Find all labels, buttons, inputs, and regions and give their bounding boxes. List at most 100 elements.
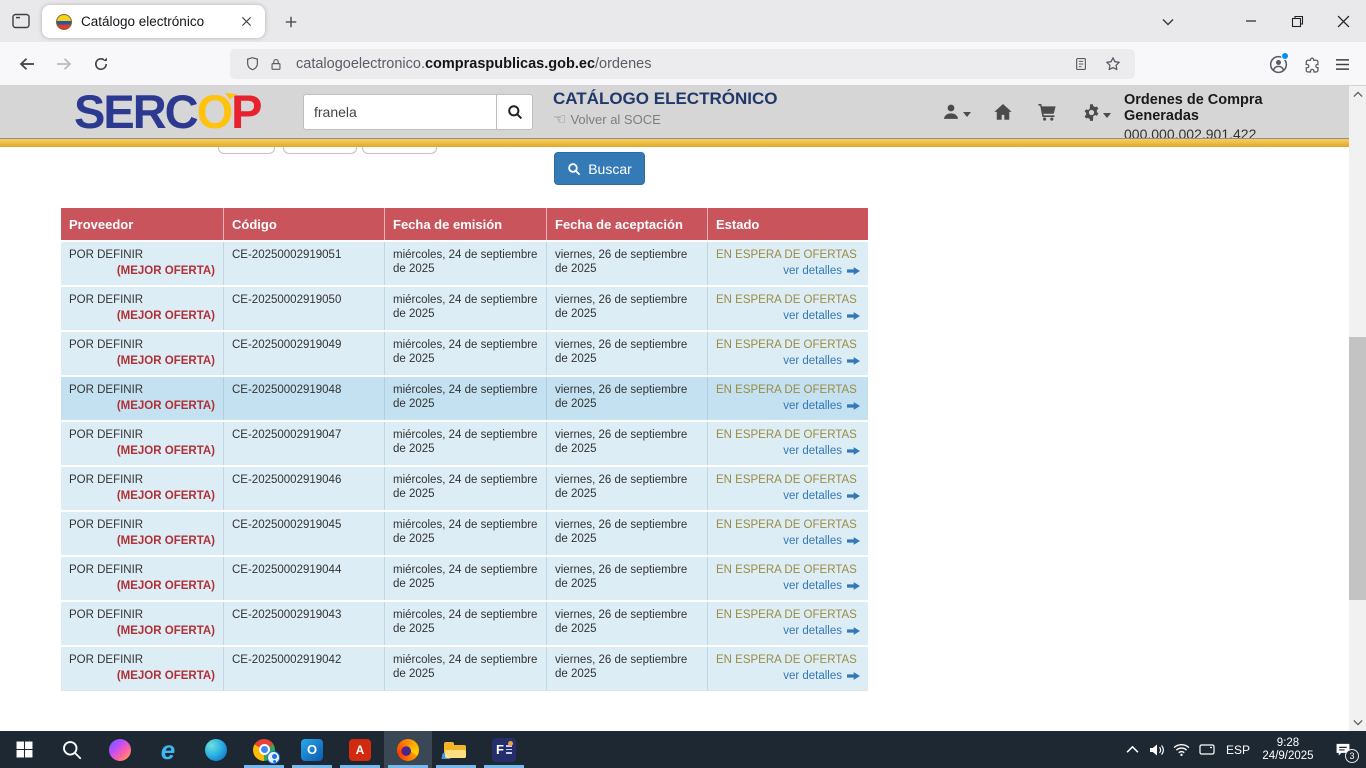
best-offer-label: (MEJOR OFERTA) <box>69 354 215 368</box>
new-tab-button[interactable] <box>277 8 305 36</box>
ver-detalles-label: ver detalles <box>783 579 842 593</box>
bookmark-star-icon[interactable] <box>1101 52 1125 76</box>
puzzle-icon <box>1302 56 1319 73</box>
provider-label: POR DEFINIR <box>69 293 215 307</box>
reader-mode-icon[interactable] <box>1069 52 1093 76</box>
account-button[interactable] <box>1262 49 1294 79</box>
extensions-button[interactable] <box>1294 49 1326 79</box>
ver-detalles-link[interactable]: ver detalles <box>783 264 860 278</box>
product-search-input[interactable] <box>303 94 496 130</box>
table-row: POR DEFINIR (MEJOR OFERTA) CE-2025000291… <box>61 287 868 330</box>
browser-tab[interactable]: Catálogo electrónico <box>42 5 265 38</box>
column-header-fecha-emision: Fecha de emisión <box>384 208 546 240</box>
ver-detalles-link[interactable]: ver detalles <box>783 534 860 548</box>
product-search-button[interactable] <box>496 94 533 130</box>
site-favicon-icon <box>56 14 72 30</box>
window-minimize-button[interactable] <box>1228 0 1274 42</box>
list-all-tabs-button[interactable] <box>1155 11 1181 33</box>
taskbar-f-app-button[interactable]: F <box>480 731 528 768</box>
ver-detalles-link[interactable]: ver detalles <box>783 579 860 593</box>
taskbar-firefox-button[interactable] <box>384 731 432 768</box>
ver-detalles-link[interactable]: ver detalles <box>783 489 860 503</box>
start-button[interactable] <box>0 731 48 768</box>
taskbar-copilot-button[interactable] <box>96 731 144 768</box>
forward-button[interactable] <box>49 49 79 79</box>
internet-explorer-icon: e <box>161 738 175 762</box>
firefox-view-button[interactable] <box>8 9 34 33</box>
ver-detalles-link[interactable]: ver detalles <box>783 354 860 368</box>
status-label: EN ESPERA DE OFERTAS <box>716 338 860 352</box>
status-label: EN ESPERA DE OFERTAS <box>716 428 860 442</box>
lock-icon[interactable] <box>264 52 288 76</box>
settings-menu-button[interactable] <box>1082 103 1111 122</box>
order-code: CE-20250002919046 <box>223 467 384 510</box>
best-offer-label: (MEJOR OFERTA) <box>69 264 215 278</box>
best-offer-label: (MEJOR OFERTA) <box>69 579 215 593</box>
home-button[interactable] <box>993 103 1013 121</box>
connected-display-icon[interactable] <box>1194 731 1220 768</box>
tab-close-icon[interactable] <box>235 11 257 33</box>
shield-icon[interactable] <box>240 52 264 76</box>
best-offer-label: (MEJOR OFERTA) <box>69 399 215 413</box>
cart-icon <box>1037 103 1057 121</box>
ver-detalles-link[interactable]: ver detalles <box>783 444 860 458</box>
user-icon <box>941 103 961 120</box>
copilot-icon <box>109 739 131 761</box>
search-icon <box>507 104 523 120</box>
wifi-icon[interactable] <box>1169 731 1194 768</box>
url-bar[interactable]: catalogoelectronico.compraspublicas.gob.… <box>230 49 1135 79</box>
back-button[interactable] <box>12 49 42 79</box>
clipped-filter-button[interactable] <box>218 147 275 154</box>
page-scrollbar[interactable] <box>1349 86 1366 731</box>
taskbar-file-explorer-button[interactable] <box>432 731 480 768</box>
taskbar-search-button[interactable] <box>48 731 96 768</box>
sercop-logo[interactable]: SERCOP <box>74 86 261 138</box>
arrow-right-icon <box>847 491 860 501</box>
tray-chevron-up-icon[interactable] <box>1119 731 1145 768</box>
browser-window: Catálogo electrónico <box>0 0 1366 768</box>
status-label: EN ESPERA DE OFERTAS <box>716 473 860 487</box>
forward-arrow-icon <box>55 56 73 72</box>
emission-date: miércoles, 24 de septiembre de 2025 <box>384 287 546 330</box>
window-close-button[interactable] <box>1320 0 1366 42</box>
browser-titlebar: Catálogo electrónico <box>0 0 1366 42</box>
best-offer-label: (MEJOR OFERTA) <box>69 669 215 683</box>
orders-generated-label: Ordenes de Compra Generadas <box>1124 92 1339 124</box>
taskbar-edge-button[interactable] <box>192 731 240 768</box>
clock[interactable]: 9:28 24/9/2025 <box>1256 731 1320 768</box>
taskbar-outlook-button[interactable]: O <box>288 731 336 768</box>
taskbar-chrome-button[interactable] <box>240 731 288 768</box>
acceptance-date: viernes, 26 de septiembre de 2025 <box>546 377 707 420</box>
user-menu-button[interactable] <box>941 103 971 120</box>
ver-detalles-label: ver detalles <box>783 534 842 548</box>
ver-detalles-link[interactable]: ver detalles <box>783 669 860 683</box>
action-center-button[interactable]: 3 <box>1320 731 1366 768</box>
volume-icon[interactable] <box>1145 731 1169 768</box>
status-label: EN ESPERA DE OFERTAS <box>716 653 860 667</box>
ver-detalles-link[interactable]: ver detalles <box>783 309 860 323</box>
chevron-down-icon <box>1162 18 1174 26</box>
ver-detalles-link[interactable]: ver detalles <box>783 624 860 638</box>
ver-detalles-link[interactable]: ver detalles <box>783 399 860 413</box>
scrollbar-thumb[interactable] <box>1349 337 1366 600</box>
provider-label: POR DEFINIR <box>69 608 215 622</box>
ver-detalles-label: ver detalles <box>783 624 842 638</box>
menu-button[interactable] <box>1326 49 1358 79</box>
taskbar-internet-explorer-button[interactable]: e <box>144 731 192 768</box>
scroll-up-arrow[interactable] <box>1349 86 1366 103</box>
acrobat-icon: A <box>349 739 371 761</box>
language-indicator[interactable]: ESP <box>1220 731 1256 768</box>
taskbar-acrobat-button[interactable]: A <box>336 731 384 768</box>
file-explorer-icon <box>444 741 468 759</box>
emission-date: miércoles, 24 de septiembre de 2025 <box>384 647 546 690</box>
emission-date: miércoles, 24 de septiembre de 2025 <box>384 422 546 465</box>
cart-button[interactable] <box>1037 103 1057 121</box>
scroll-down-arrow[interactable] <box>1349 714 1366 731</box>
best-offer-label: (MEJOR OFERTA) <box>69 489 215 503</box>
volver-al-soce-link[interactable]: ☜ Volver al SOCE <box>553 112 777 127</box>
window-restore-button[interactable] <box>1274 0 1320 42</box>
reload-button[interactable] <box>86 49 116 79</box>
buscar-button[interactable]: Buscar <box>554 152 645 185</box>
clipped-filter-button[interactable] <box>283 147 357 154</box>
clipped-filter-button[interactable] <box>362 147 437 154</box>
